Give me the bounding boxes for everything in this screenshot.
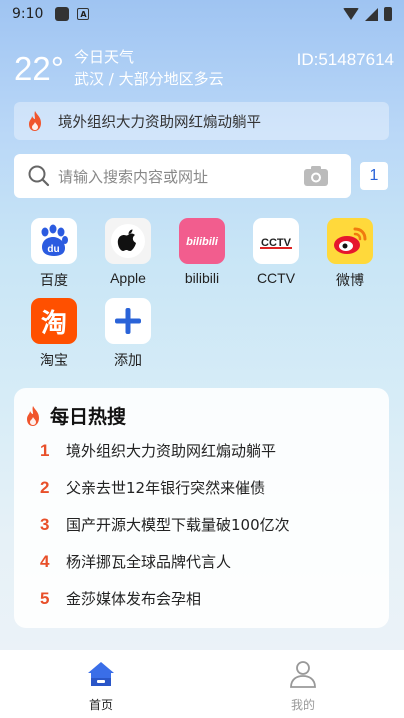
shortcut-apple[interactable]: Apple: [96, 218, 160, 286]
hot-search-text: 父亲去世12年银行突然来催债: [66, 479, 266, 497]
bilibili-icon: bilibili: [179, 218, 225, 264]
hot-news-banner[interactable]: 境外组织大力资助网红煽动躺平: [14, 102, 389, 140]
hot-search-text: 境外组织大力资助网红煽动躺平: [66, 442, 277, 460]
status-bar: 9:10 A: [0, 0, 404, 28]
taobao-icon: 淘: [31, 298, 77, 344]
status-time: 9:10: [12, 6, 44, 22]
hot-search-text: 国产开源大模型下载量破100亿次: [66, 516, 290, 534]
search-icon: [28, 165, 50, 187]
shortcut-label: 微博: [336, 272, 364, 288]
svg-text:du: du: [47, 244, 59, 255]
add-shortcut-button[interactable]: 添加: [96, 298, 160, 370]
user-id: ID:51487614: [296, 50, 394, 69]
flame-icon: [27, 405, 39, 426]
notification-icon: [55, 7, 70, 21]
weather-title: 今日天气: [74, 48, 135, 66]
hot-search-item[interactable]: 5 金莎媒体发布会孕相: [40, 588, 201, 609]
shortcut-label: bilibili: [184, 270, 220, 286]
shortcut-label: 添加: [114, 352, 142, 368]
camera-icon[interactable]: [303, 165, 329, 187]
shortcut-baidu[interactable]: du 百度: [22, 218, 86, 290]
search-input[interactable]: 请输入搜索内容或网址: [14, 154, 351, 198]
battery-icon: [384, 7, 392, 21]
shortcut-label: 百度: [40, 272, 68, 288]
nav-home[interactable]: 首页: [71, 660, 131, 713]
shortcut-label: CCTV: [256, 270, 296, 286]
hot-search-header: 每日热搜: [24, 402, 126, 429]
weather-widget[interactable]: 22° 今日天气 武汉 / 大部分地区多云 ID:51487614: [14, 44, 394, 94]
plus-icon: [105, 298, 151, 344]
weibo-icon: [327, 218, 373, 264]
hot-search-title: 每日热搜: [50, 406, 127, 428]
rank-number: 1: [40, 440, 50, 460]
signal-icon: [365, 7, 378, 21]
hot-search-item[interactable]: 3 国产开源大模型下载量破100亿次: [40, 514, 290, 535]
rank-number: 5: [40, 588, 50, 608]
shortcut-weibo[interactable]: 微博: [318, 218, 382, 290]
hot-search-item[interactable]: 1 境外组织大力资助网红煽动躺平: [40, 440, 276, 461]
baidu-icon: du: [31, 218, 77, 264]
apple-icon: [105, 218, 151, 264]
shortcut-label: 淘宝: [40, 352, 68, 368]
rank-number: 4: [40, 551, 50, 571]
flame-icon: [29, 111, 41, 131]
shortcut-label: Apple: [110, 270, 146, 286]
hot-search-text: 杨洋挪瓦全球品牌代言人: [66, 553, 232, 571]
rank-number: 3: [40, 514, 50, 534]
temperature: 22°: [14, 50, 64, 87]
tab-count-button[interactable]: 1: [360, 162, 388, 190]
app-notification-icon: A: [77, 8, 90, 20]
search-placeholder: 请输入搜索内容或网址: [58, 167, 209, 186]
hot-banner-text: 境外组织大力资助网红煽动躺平: [58, 114, 261, 131]
wifi-icon: [343, 8, 359, 20]
nav-home-label: 首页: [88, 698, 113, 712]
hot-search-item[interactable]: 4 杨洋挪瓦全球品牌代言人: [40, 551, 231, 572]
shortcut-bilibili[interactable]: bilibili bilibili: [170, 218, 234, 286]
hot-search-card: 每日热搜 1 境外组织大力资助网红煽动躺平 2 父亲去世12年银行突然来催债 3…: [14, 388, 389, 628]
nav-profile[interactable]: 我的: [273, 660, 333, 713]
nav-profile-label: 我的: [290, 698, 315, 712]
rank-number: 2: [40, 477, 50, 497]
home-icon: [88, 662, 114, 686]
svg-text:bilibili: bilibili: [186, 236, 219, 248]
hot-search-item[interactable]: 2 父亲去世12年银行突然来催债: [40, 477, 265, 498]
shortcut-cctv[interactable]: CCTV CCTV: [244, 218, 308, 286]
shortcut-taobao[interactable]: 淘 淘宝: [22, 298, 86, 370]
bottom-nav: 首页 我的: [0, 650, 404, 718]
user-icon: [290, 661, 316, 688]
hot-search-text: 金莎媒体发布会孕相: [66, 590, 202, 608]
weather-location: 武汉 / 大部分地区多云: [74, 70, 224, 88]
cctv-icon: CCTV: [253, 218, 299, 264]
